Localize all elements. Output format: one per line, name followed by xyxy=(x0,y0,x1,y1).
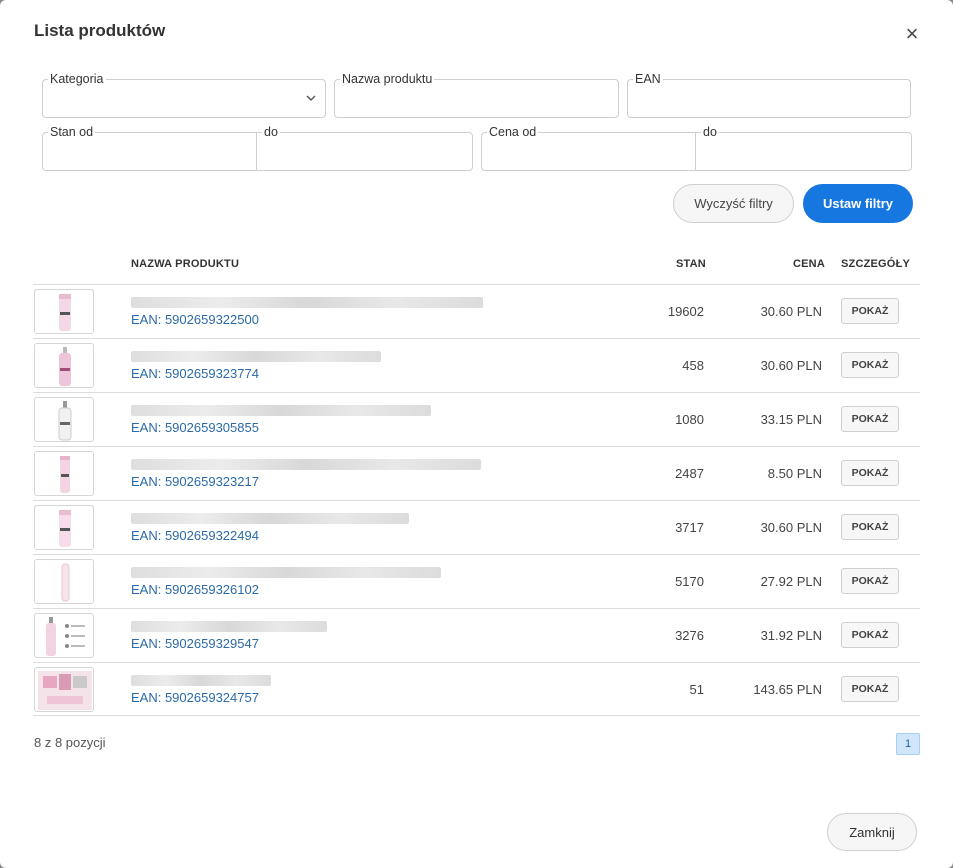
product-name-redacted xyxy=(131,351,381,362)
product-name-redacted xyxy=(131,513,409,524)
product-name-redacted xyxy=(131,567,441,578)
show-details-button[interactable]: POKAŻ xyxy=(841,676,899,702)
product-ean: EAN: 5902659305855 xyxy=(131,420,259,435)
stock-to-input[interactable] xyxy=(257,133,472,170)
clear-filters-button[interactable]: Wyczyść filtry xyxy=(673,184,794,223)
column-header-details: SZCZEGÓŁY xyxy=(841,258,911,270)
show-details-button[interactable]: POKAŻ xyxy=(841,298,899,324)
product-stock: 3276 xyxy=(675,628,704,643)
product-name-field[interactable]: Nazwa produktu xyxy=(334,72,619,118)
close-button[interactable]: Zamknij xyxy=(827,813,917,851)
product-table: EAN: 5902659322500 19602 30.60 PLN POKAŻ… xyxy=(33,284,920,716)
product-thumbnail xyxy=(34,397,94,442)
show-details-button[interactable]: POKAŻ xyxy=(841,622,899,648)
modal-title: Lista produktów xyxy=(34,21,166,40)
product-thumbnail xyxy=(34,289,94,334)
table-row: EAN: 5902659322494 3717 30.60 PLN POKAŻ xyxy=(33,500,920,554)
product-ean: EAN: 5902659323217 xyxy=(131,474,259,489)
product-ean: EAN: 5902659326102 xyxy=(131,582,259,597)
table-row: EAN: 5902659323774 458 30.60 PLN POKAŻ xyxy=(33,338,920,392)
product-stock: 2487 xyxy=(675,466,704,481)
product-stock: 5170 xyxy=(675,574,704,589)
column-header-price: CENA xyxy=(793,258,825,270)
product-price: 27.92 PLN xyxy=(760,574,822,589)
product-name-input[interactable] xyxy=(335,80,618,117)
product-thumbnail xyxy=(34,505,94,550)
product-thumbnail xyxy=(34,451,94,496)
product-price: 30.60 PLN xyxy=(760,304,822,319)
product-stock: 458 xyxy=(682,358,704,373)
price-to-input[interactable] xyxy=(696,133,911,170)
pagination-summary: 8 z 8 pozycji xyxy=(34,735,106,750)
chevron-down-icon xyxy=(306,95,316,101)
product-price: 143.65 PLN xyxy=(753,682,822,697)
column-header-name: NAZWA PRODUKTU xyxy=(131,258,240,270)
product-name-redacted xyxy=(131,675,271,686)
table-row: EAN: 5902659322500 19602 30.60 PLN POKAŻ xyxy=(33,284,920,338)
table-row: EAN: 5902659329547 3276 31.92 PLN POKAŻ xyxy=(33,608,920,662)
product-price: 8.50 PLN xyxy=(767,466,822,481)
stock-to-field[interactable]: do xyxy=(256,125,473,171)
product-price: 30.60 PLN xyxy=(760,358,822,373)
product-thumbnail xyxy=(34,559,94,604)
product-stock: 51 xyxy=(689,682,704,697)
ean-field[interactable]: EAN xyxy=(627,72,911,118)
price-to-field[interactable]: do xyxy=(695,125,912,171)
page-button-1[interactable]: 1 xyxy=(896,733,920,755)
apply-filters-button[interactable]: Ustaw filtry xyxy=(803,184,913,223)
table-row: EAN: 5902659324757 51 143.65 PLN POKAŻ xyxy=(33,662,920,716)
show-details-button[interactable]: POKAŻ xyxy=(841,568,899,594)
product-stock: 19602 xyxy=(667,304,704,319)
product-ean: EAN: 5902659322494 xyxy=(131,528,259,543)
table-row: EAN: 5902659323217 2487 8.50 PLN POKAŻ xyxy=(33,446,920,500)
product-price: 30.60 PLN xyxy=(760,520,822,535)
product-ean: EAN: 5902659322500 xyxy=(131,312,259,327)
price-from-input[interactable] xyxy=(482,133,696,170)
product-name-redacted xyxy=(131,459,481,470)
stock-from-input[interactable] xyxy=(43,133,257,170)
show-details-button[interactable]: POKAŻ xyxy=(841,352,899,378)
product-thumbnail xyxy=(34,613,94,658)
product-name-redacted xyxy=(131,297,483,308)
product-stock: 3717 xyxy=(675,520,704,535)
product-price: 33.15 PLN xyxy=(760,412,822,427)
product-ean: EAN: 5902659324757 xyxy=(131,690,259,705)
product-thumbnail xyxy=(34,343,94,388)
product-stock: 1080 xyxy=(675,412,704,427)
category-select[interactable]: Kategoria xyxy=(42,72,326,118)
table-row: EAN: 5902659326102 5170 27.92 PLN POKAŻ xyxy=(33,554,920,608)
product-thumbnail xyxy=(34,667,94,712)
product-ean: EAN: 5902659329547 xyxy=(131,636,259,651)
price-from-field[interactable]: Cena od xyxy=(481,125,697,171)
close-icon[interactable]: × xyxy=(900,22,924,46)
product-ean: EAN: 5902659323774 xyxy=(131,366,259,381)
category-input[interactable] xyxy=(43,80,325,117)
product-name-redacted xyxy=(131,621,327,632)
show-details-button[interactable]: POKAŻ xyxy=(841,406,899,432)
ean-input[interactable] xyxy=(628,80,910,117)
table-row: EAN: 5902659305855 1080 33.15 PLN POKAŻ xyxy=(33,392,920,446)
show-details-button[interactable]: POKAŻ xyxy=(841,514,899,540)
stock-from-field[interactable]: Stan od xyxy=(42,125,258,171)
product-list-modal: Lista produktów × Kategoria Nazwa produk… xyxy=(0,0,953,868)
column-header-stock: STAN xyxy=(676,258,706,270)
show-details-button[interactable]: POKAŻ xyxy=(841,460,899,486)
product-price: 31.92 PLN xyxy=(760,628,822,643)
product-name-redacted xyxy=(131,405,431,416)
